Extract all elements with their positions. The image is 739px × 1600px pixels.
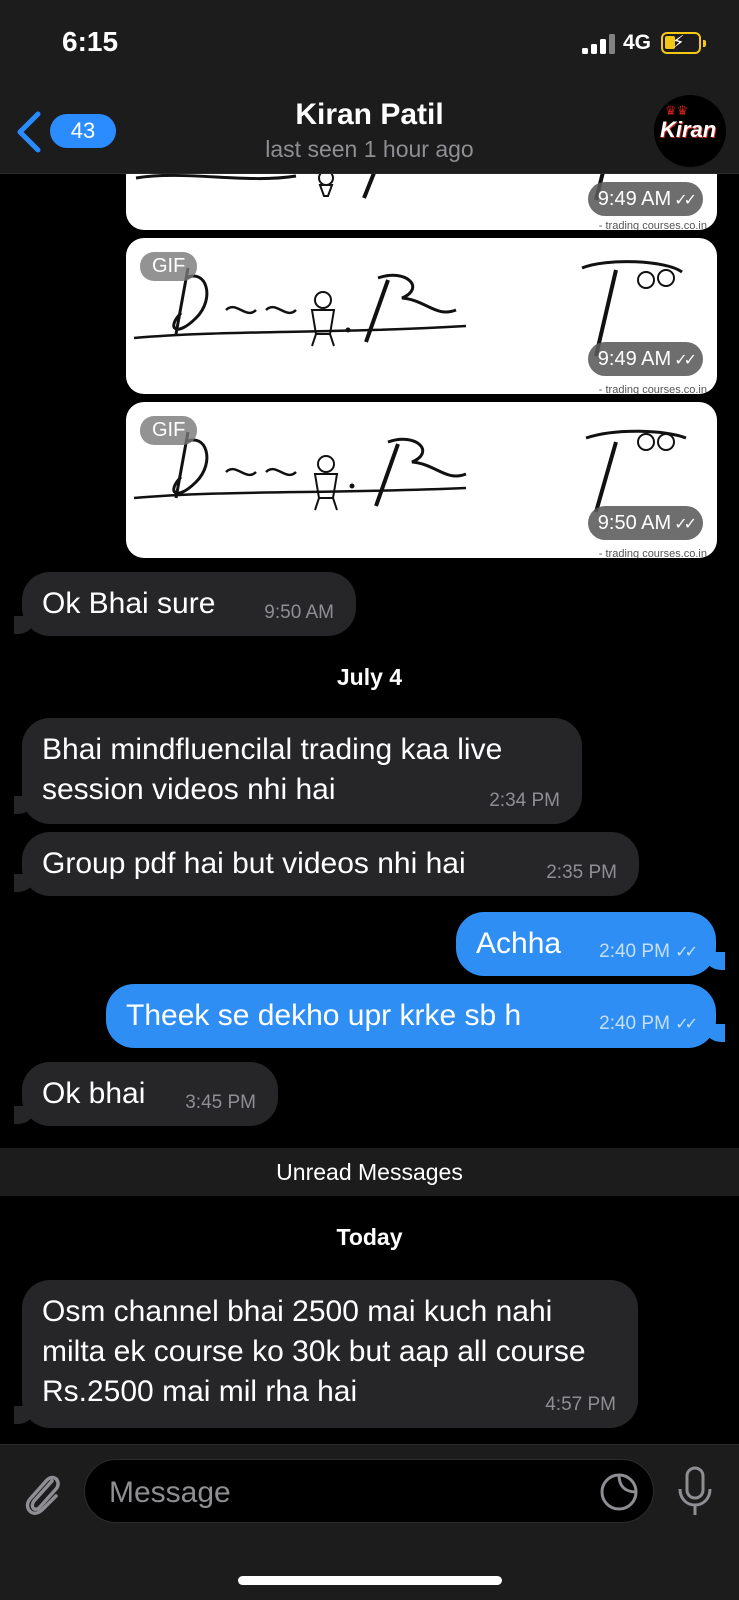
gif-message[interactable]: GIF 9:49 AM ✓✓ - trading courses.co.in (126, 238, 717, 394)
status-time: 6:15 (62, 26, 119, 57)
network-label: 4G (623, 31, 652, 54)
signal-icon (582, 34, 618, 54)
message-time: 2:40 PM ✓✓ (599, 1013, 698, 1034)
contact-name[interactable]: Kiran Patil (0, 98, 739, 132)
message-text: Theek se dekho upr krke sb h (126, 999, 522, 1032)
gif-caption: - trading courses.co.in (598, 548, 707, 558)
read-checkmarks-icon: ✓✓ (674, 192, 697, 209)
chat-header: 6:15 4G ⚡ 43 Kiran Patil last seen 1 hou… (0, 0, 739, 174)
date-separator: Today (336, 1224, 403, 1250)
message-time: 2:35 PM (546, 862, 617, 883)
read-checkmarks-icon: ✓✓ (675, 1016, 698, 1033)
gif-caption: - trading courses.co.in (598, 220, 707, 230)
incoming-message[interactable]: Ok bhai 3:45 PM (22, 1062, 278, 1126)
unread-messages-divider: Unread Messages (0, 1148, 739, 1196)
gif-message[interactable]: GIF 9:50 AM ✓✓ - trading courses.co.in (126, 402, 717, 558)
paperclip-icon[interactable] (20, 1467, 64, 1519)
incoming-message[interactable]: Bhai mindfluencilal trading kaa live ses… (22, 718, 582, 824)
incoming-message[interactable]: Ok Bhai sure 9:50 AM (22, 572, 356, 636)
avatar-logo-text: Kiran (660, 117, 717, 142)
contact-last-seen: last seen 1 hour ago (265, 136, 474, 162)
gif-badge: GIF (140, 416, 198, 445)
battery-charging-icon: ⚡ (661, 32, 706, 54)
sticker-icon[interactable] (599, 1472, 639, 1512)
message-time: 9:50 AM (264, 602, 334, 623)
read-checkmarks-icon: ✓✓ (675, 944, 698, 961)
message-input[interactable]: Message (84, 1459, 654, 1523)
gif-badge: GIF (140, 252, 198, 281)
message-placeholder: Message (109, 1476, 231, 1509)
avatar[interactable]: ♛♛ Kiran (654, 95, 726, 167)
outgoing-message[interactable]: Theek se dekho upr krke sb h 2:40 PM ✓✓ (106, 984, 716, 1048)
message-time: 2:34 PM (489, 790, 560, 811)
message-text: Osm channel bhai 2500 mai kuch nahi milt… (42, 1295, 586, 1408)
message-time: 2:40 PM ✓✓ (599, 941, 698, 962)
message-text: Ok bhai (42, 1077, 146, 1110)
microphone-icon[interactable] (675, 1465, 715, 1519)
message-time: 4:57 PM (545, 1394, 616, 1415)
message-text: Bhai mindfluencilal trading kaa live ses… (42, 733, 503, 806)
gif-caption: - trading courses.co.in (598, 384, 707, 394)
outgoing-message[interactable]: Achha 2:40 PM ✓✓ (456, 912, 716, 976)
read-checkmarks-icon: ✓✓ (674, 352, 697, 369)
home-indicator[interactable] (238, 1576, 502, 1585)
message-time: 3:45 PM (185, 1092, 256, 1113)
message-text: Ok Bhai sure (42, 587, 216, 620)
incoming-message[interactable]: Osm channel bhai 2500 mai kuch nahi milt… (22, 1280, 638, 1428)
gif-timestamp: 9:49 AM ✓✓ (587, 342, 703, 376)
read-checkmarks-icon: ✓✓ (674, 516, 697, 533)
gif-timestamp: 9:49 AM ✓✓ (587, 182, 703, 216)
date-separator: July 4 (336, 664, 403, 690)
message-text: Achha (476, 927, 562, 960)
message-text: Group pdf hai but videos nhi hai (42, 847, 466, 880)
gif-timestamp: 9:50 AM ✓✓ (587, 506, 703, 540)
incoming-message[interactable]: Group pdf hai but videos nhi hai 2:35 PM (22, 832, 639, 896)
